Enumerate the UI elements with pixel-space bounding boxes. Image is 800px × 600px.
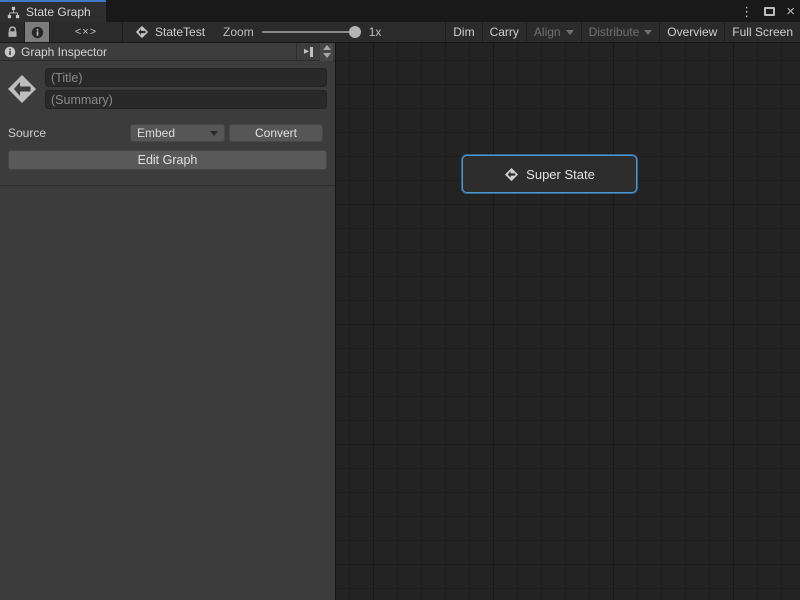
- graph-hierarchy-icon: [7, 6, 20, 19]
- inspector-toggle-button[interactable]: [25, 22, 49, 42]
- graph-toolbar: <×> StateTest Zoom 1x: [0, 22, 800, 43]
- window-controls: ⋮ ×: [740, 0, 795, 22]
- titlebar: State Graph ⋮ ×: [0, 0, 800, 22]
- chevron-down-icon: [323, 53, 331, 58]
- header-separator: [296, 43, 297, 61]
- zoom-slider[interactable]: [262, 31, 355, 33]
- overview-button-label: Overview: [667, 25, 717, 39]
- distribute-button[interactable]: Distribute: [581, 22, 660, 42]
- graph-info-row: [0, 61, 335, 109]
- dock-bar: [310, 47, 313, 57]
- convert-button-label: Convert: [255, 126, 297, 140]
- align-button[interactable]: Align: [526, 22, 581, 42]
- code-preview-button[interactable]: <×>: [50, 22, 122, 42]
- inspector-header: Graph Inspector ▸: [0, 43, 335, 61]
- close-icon[interactable]: ×: [786, 4, 795, 19]
- source-row: Source Embed Convert: [8, 124, 327, 142]
- super-state-node[interactable]: Super State: [462, 155, 637, 193]
- inspector-title: Graph Inspector: [21, 45, 291, 59]
- edit-graph-button[interactable]: Edit Graph: [8, 150, 327, 170]
- tab-label: State Graph: [26, 5, 91, 19]
- align-button-label: Align: [534, 25, 561, 39]
- graph-name: StateTest: [155, 25, 205, 39]
- panel-spinner[interactable]: [320, 43, 333, 61]
- graph-canvas[interactable]: Super State: [336, 43, 800, 600]
- source-dropdown-value: Embed: [137, 126, 175, 140]
- graph-inspector-panel: Graph Inspector ▸: [0, 43, 336, 600]
- lock-icon: [6, 25, 19, 39]
- state-graph-icon: [504, 167, 519, 182]
- chevron-down-icon: [210, 131, 218, 136]
- graph-title-input[interactable]: [45, 68, 327, 87]
- source-label: Source: [8, 126, 130, 140]
- carry-button[interactable]: Carry: [482, 22, 526, 42]
- code-icon: <×>: [75, 26, 97, 38]
- chevron-up-icon: [323, 45, 331, 50]
- source-dropdown[interactable]: Embed: [130, 124, 225, 142]
- distribute-button-label: Distribute: [589, 25, 640, 39]
- dock-panel-icon[interactable]: ▸: [302, 46, 315, 57]
- tab-state-graph[interactable]: State Graph: [0, 0, 106, 22]
- state-graph-icon-large: [6, 73, 38, 105]
- graph-breadcrumb[interactable]: StateTest: [123, 22, 215, 42]
- zoom-label: Zoom: [223, 25, 254, 39]
- state-graph-window: State Graph ⋮ ×: [0, 0, 800, 600]
- inspector-divider: [0, 185, 335, 186]
- edit-graph-button-label: Edit Graph: [138, 153, 198, 167]
- overview-button[interactable]: Overview: [659, 22, 724, 42]
- node-label: Super State: [526, 167, 595, 182]
- maximize-icon[interactable]: [764, 7, 775, 16]
- zoom-slider-thumb[interactable]: [349, 26, 361, 38]
- full-screen-button[interactable]: Full Screen: [724, 22, 800, 42]
- info-icon: [31, 26, 44, 39]
- full-screen-button-label: Full Screen: [732, 25, 793, 39]
- carry-button-label: Carry: [490, 25, 519, 39]
- graph-fields: [45, 68, 327, 109]
- chevron-down-icon: [644, 30, 652, 35]
- zoom-value: 1x: [369, 25, 382, 39]
- state-graph-icon: [135, 25, 149, 39]
- toolbar-left-group: <×> StateTest Zoom 1x: [0, 22, 381, 42]
- toolbar-right-group: Dim Carry Align Distribute Overview Full…: [445, 22, 800, 42]
- lock-button[interactable]: [0, 22, 24, 42]
- zoom-control: Zoom 1x: [215, 22, 381, 42]
- dim-button[interactable]: Dim: [445, 22, 481, 42]
- window-menu-icon[interactable]: ⋮: [740, 5, 753, 18]
- info-icon: [4, 46, 16, 58]
- chevron-down-icon: [566, 30, 574, 35]
- graph-summary-input[interactable]: [45, 90, 327, 109]
- dock-arrow-glyph: ▸: [304, 46, 309, 57]
- dim-button-label: Dim: [453, 25, 474, 39]
- convert-button[interactable]: Convert: [229, 124, 323, 142]
